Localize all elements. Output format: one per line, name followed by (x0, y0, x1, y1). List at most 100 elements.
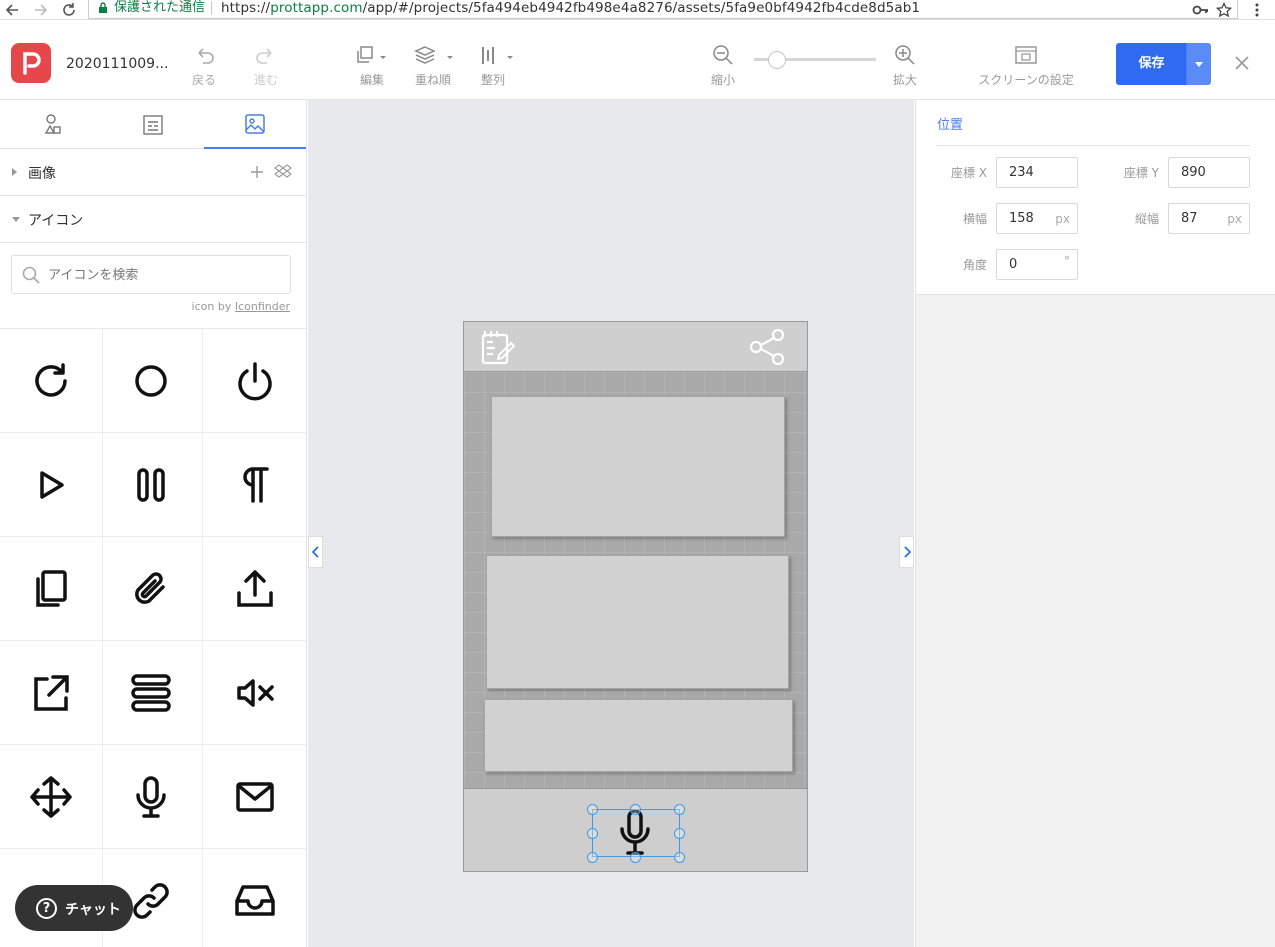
zoom-out-button[interactable]: 縮小 (708, 43, 738, 88)
icon-cell[interactable] (203, 641, 306, 745)
power-icon (238, 361, 272, 400)
expanded-arrow-icon (12, 217, 20, 222)
screen-settings-icon (1015, 46, 1037, 64)
tab-shapes[interactable] (0, 100, 102, 149)
note-edit-icon[interactable] (479, 329, 519, 365)
icon-search-input[interactable] (48, 264, 278, 286)
screen-header-bar[interactable] (464, 322, 807, 372)
collapse-left-panel-button[interactable] (308, 536, 323, 568)
screen-settings-label: スクリーンの設定 (978, 73, 1074, 87)
icon-cell[interactable] (99, 537, 203, 641)
angle-field[interactable]: 0 ° (996, 249, 1078, 280)
shapes-icon (44, 113, 61, 134)
position-divider (937, 145, 1250, 146)
resize-handle-w[interactable] (587, 828, 598, 839)
y-field[interactable]: 890 (1168, 157, 1250, 188)
address-divider (211, 1, 212, 15)
kebab-menu-icon[interactable] (1251, 2, 1267, 18)
icons-section-header[interactable]: アイコン (0, 196, 306, 243)
position-title: 位置 (937, 118, 964, 133)
iconfinder-link[interactable]: Iconfinder (235, 300, 290, 313)
resize-handle-e[interactable] (674, 828, 685, 839)
key-icon[interactable] (1192, 2, 1208, 18)
x-field[interactable]: 234 (996, 157, 1078, 188)
url-text[interactable]: https://prottapp.com/app/#/projects/5fa4… (221, 0, 920, 18)
icon-search-box[interactable] (11, 255, 291, 294)
address-bar[interactable]: 保護された通信 https://prottapp.com/app/#/proje… (88, 0, 1238, 19)
screen-footer-bar[interactable] (464, 788, 807, 871)
redo-button[interactable]: 進む (250, 43, 282, 88)
content-card-1[interactable] (491, 396, 785, 537)
close-icon[interactable] (1232, 53, 1252, 73)
undo-icon (198, 48, 214, 64)
zoom-slider-thumb[interactable] (768, 51, 786, 69)
content-card-2[interactable] (486, 555, 789, 689)
pause-icon (136, 467, 165, 502)
images-section-header[interactable]: 画像 (0, 149, 306, 196)
resize-handle-se[interactable] (674, 852, 685, 863)
screen-settings-button[interactable]: スクリーンの設定 (976, 43, 1076, 88)
share-icon[interactable] (748, 328, 788, 366)
star-icon[interactable] (1216, 2, 1232, 18)
icon-cell[interactable] (99, 641, 203, 745)
icon-cell[interactable] (203, 329, 306, 433)
screen-artboard[interactable] (463, 321, 808, 872)
resize-handle-sw[interactable] (587, 852, 598, 863)
copy-icon (36, 569, 67, 607)
external-link-icon (34, 674, 69, 711)
resize-handle-ne[interactable] (674, 804, 685, 815)
icon-cell[interactable] (0, 641, 103, 745)
icon-cell[interactable] (99, 433, 203, 537)
height-unit: px (1227, 212, 1242, 226)
icon-cell[interactable] (0, 329, 103, 433)
lock-icon (99, 2, 107, 13)
secure-label: 保護された通信 (114, 0, 206, 15)
reload-icon[interactable] (61, 2, 77, 18)
x-value: 234 (1009, 165, 1034, 180)
redo-icon (256, 48, 272, 64)
collapse-right-panel-button[interactable] (899, 536, 914, 568)
icon-cell[interactable] (203, 537, 306, 641)
icon-cell[interactable] (203, 849, 306, 947)
tab-images[interactable] (204, 100, 306, 149)
align-menu-button[interactable]: 整列 (476, 43, 516, 88)
chat-button[interactable]: ? チャット (15, 885, 133, 931)
properties-panel: 位置 座標 X 234 座標 Y 890 横幅 158 px 縦幅 87 px 角度… (915, 100, 1275, 947)
icon-cell[interactable] (203, 745, 306, 849)
undo-button[interactable]: 戻る (188, 43, 220, 88)
icon-cell[interactable] (99, 745, 203, 849)
project-name[interactable]: 2020111009... (66, 56, 168, 72)
selection-box[interactable] (592, 809, 680, 857)
icon-cell[interactable] (203, 433, 306, 537)
icon-cell[interactable] (0, 433, 103, 537)
back-arrow-icon[interactable] (4, 2, 20, 18)
inbox-icon (235, 884, 275, 916)
save-options-dropdown[interactable] (1186, 43, 1211, 85)
dropbox-icon[interactable] (274, 164, 292, 180)
paperclip-icon (134, 571, 165, 604)
design-canvas[interactable] (308, 100, 914, 947)
mic-icon (135, 775, 166, 818)
angle-unit: ° (1064, 254, 1070, 268)
tab-components[interactable] (102, 100, 204, 149)
edit-menu-button[interactable]: 編集 (352, 43, 392, 88)
content-card-3[interactable] (484, 699, 793, 772)
pilcrow-icon (243, 466, 269, 503)
icon-cell[interactable] (0, 745, 103, 849)
chevron-right-icon (903, 546, 911, 558)
resize-handle-s[interactable] (630, 852, 641, 863)
arrange-menu-button[interactable]: 重ね順 (410, 43, 456, 88)
browser-bar: 保護された通信 https://prottapp.com/app/#/proje… (0, 0, 1275, 20)
prott-logo[interactable] (11, 43, 51, 83)
resize-handle-n[interactable] (630, 804, 641, 815)
zoom-in-button[interactable]: 拡大 (890, 43, 920, 88)
left-sidebar: 画像 アイコン icon by Iconfinder (0, 100, 307, 947)
add-icon[interactable] (250, 165, 264, 179)
resize-handle-nw[interactable] (587, 804, 598, 815)
icon-cell[interactable] (99, 329, 203, 433)
icon-cell[interactable] (0, 537, 103, 641)
save-button[interactable]: 保存 (1116, 43, 1187, 85)
width-field[interactable]: 158 px (996, 203, 1078, 234)
height-field[interactable]: 87 px (1168, 203, 1250, 234)
forward-arrow-icon[interactable] (33, 2, 49, 18)
